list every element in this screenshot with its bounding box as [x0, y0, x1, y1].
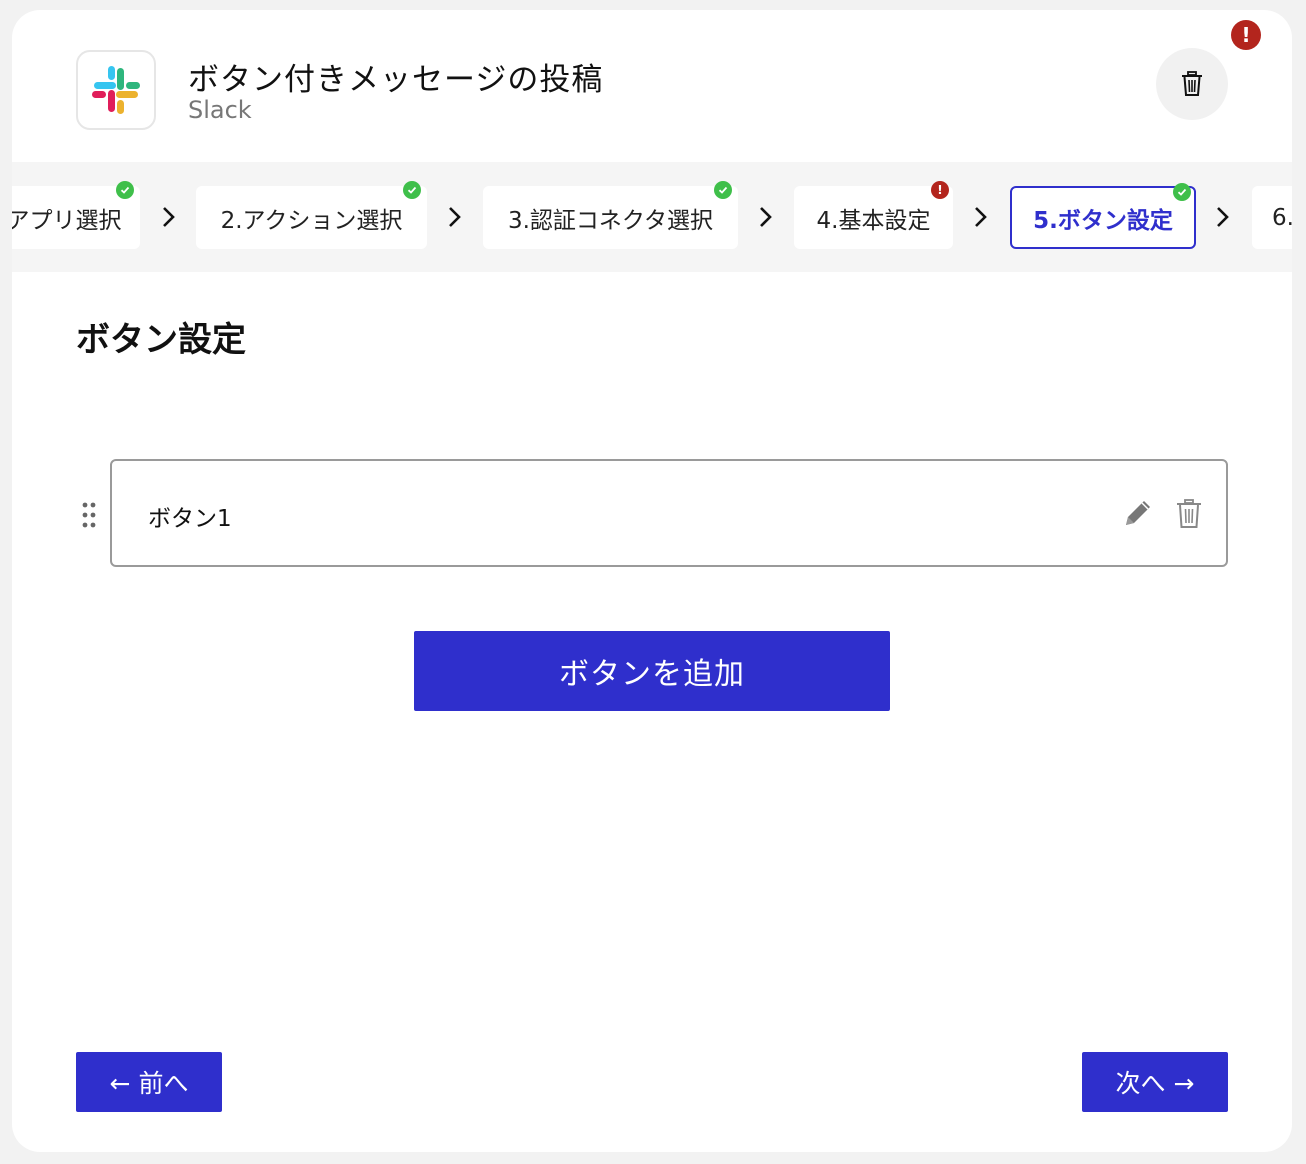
error-alert-icon[interactable]: ! — [1231, 20, 1261, 50]
section-title: ボタン設定 — [76, 320, 246, 360]
step-label: アプリ選択 — [12, 207, 122, 234]
chevron-right-icon — [1217, 207, 1229, 227]
step-basic-settings[interactable]: 4.基本設定 ! — [794, 181, 953, 249]
button-item-label: ボタン1 — [148, 506, 232, 532]
add-button-button[interactable]: ボタンを追加 — [414, 631, 890, 711]
app-name: Slack — [188, 96, 252, 124]
trash-icon[interactable] — [1176, 499, 1202, 529]
check-circle-icon — [1173, 183, 1191, 201]
task-editor-card: ボタン付きメッセージの投稿 Slack アプリ選択 2.アクション選択 3.認証… — [12, 10, 1292, 1152]
chevron-right-icon — [760, 207, 772, 227]
next-button[interactable]: 次へ → — [1082, 1052, 1228, 1112]
chevron-right-icon — [449, 207, 461, 227]
error-circle-icon: ! — [931, 181, 949, 199]
check-circle-icon — [714, 181, 732, 199]
step-label: 6. — [1272, 204, 1292, 231]
trash-icon — [1182, 71, 1202, 96]
page-title: ボタン付きメッセージの投稿 — [188, 62, 604, 98]
pencil-icon[interactable] — [1122, 497, 1154, 529]
chevron-right-icon — [163, 207, 175, 227]
step-button-settings[interactable]: 5.ボタン設定 — [1010, 183, 1196, 249]
check-circle-icon — [116, 181, 134, 199]
step-label: 3.認証コネクタ選択 — [507, 207, 714, 234]
step-navigation: アプリ選択 2.アクション選択 3.認証コネクタ選択 4.基本設定 ! 5.ボタ… — [12, 162, 1292, 272]
prev-button[interactable]: ← 前へ — [76, 1052, 222, 1112]
step-next-partial[interactable]: 6. — [1252, 186, 1292, 249]
step-connector-select[interactable]: 3.認証コネクタ選択 — [483, 181, 738, 249]
step-label: 2.アクション選択 — [220, 207, 403, 234]
delete-task-button[interactable] — [1156, 48, 1228, 120]
chevron-right-icon — [975, 207, 987, 227]
step-action-select[interactable]: 2.アクション選択 — [196, 181, 427, 249]
drag-handle-icon[interactable] — [80, 500, 98, 530]
step-label: 4.基本設定 — [816, 207, 931, 234]
check-circle-icon — [403, 181, 421, 199]
step-label: 5.ボタン設定 — [1033, 207, 1173, 234]
slack-logo-icon — [76, 50, 156, 130]
step-app-select[interactable]: アプリ選択 — [12, 181, 140, 249]
button-item-row[interactable]: ボタン1 — [110, 459, 1228, 567]
